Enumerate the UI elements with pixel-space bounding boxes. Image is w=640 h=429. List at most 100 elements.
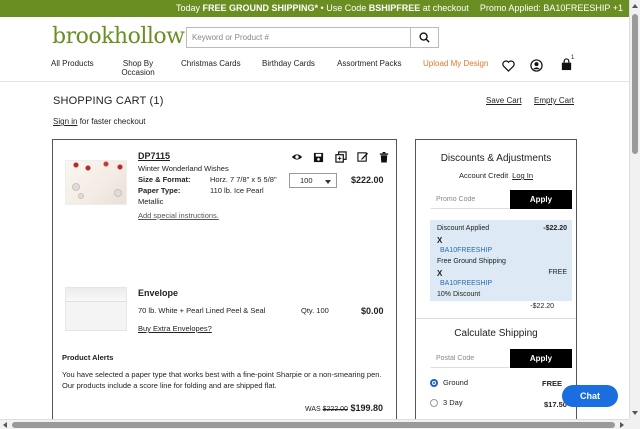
- remove-code-1-button[interactable]: X: [437, 236, 442, 245]
- product-alerts-text: You have selected a paper type that work…: [62, 369, 382, 391]
- scroll-down-arrow[interactable]: [632, 411, 638, 415]
- postal-code-input[interactable]: [430, 349, 510, 368]
- item-price: $222.00: [351, 175, 384, 185]
- envelope-quantity: Qty. 100: [301, 306, 329, 315]
- floppy-disk-icon: [313, 152, 324, 163]
- envelope-description: 70 lb. White + Pearl Lined Peel & Seal: [138, 306, 266, 315]
- ground-price: FREE: [542, 379, 563, 388]
- copy-icon: [335, 151, 347, 163]
- promo-code-1: BA10FREESHIP: [440, 247, 493, 254]
- spec-paper-cont: Metallic: [138, 197, 164, 206]
- discount-applied-amount: -$22.20: [543, 225, 567, 232]
- scrollbar-corner: [629, 419, 640, 429]
- delete-button[interactable]: [379, 150, 389, 168]
- summary-panel: Discounts & Adjustments Account Credit Lo…: [415, 139, 577, 429]
- save-item-button[interactable]: [313, 150, 324, 168]
- spec-size: Size & Format: Horz. 7 7/8" x 5 5/8": [138, 175, 277, 184]
- item-total: WAS $222.00 $199.80: [305, 403, 383, 413]
- signin-rest: for faster checkout: [77, 117, 146, 126]
- vertical-scrollbar[interactable]: [629, 0, 640, 429]
- chat-button[interactable]: Chat: [562, 385, 618, 407]
- discount-applied-box: Discount Applied -$22.20 X BA10FREESHIP …: [430, 220, 572, 301]
- page-title: SHOPPING CART (1): [53, 95, 164, 107]
- login-link[interactable]: Log In: [512, 171, 533, 180]
- ten-percent-label: 10% Discount: [437, 291, 481, 298]
- was-label: WAS: [305, 406, 323, 413]
- nav-shop-by-occasion[interactable]: Shop By Occasion: [118, 59, 158, 77]
- ornament-shape: [78, 193, 84, 199]
- edit-icon: [357, 152, 369, 162]
- ornament-shape: [72, 183, 80, 191]
- ground-label: Ground: [443, 378, 469, 387]
- horizontal-scroll-thumb[interactable]: [12, 422, 615, 428]
- was-price: $222.00: [322, 406, 348, 413]
- add-instructions-link[interactable]: Add special instructions.: [138, 211, 219, 220]
- nav-shop-by-line2: Occasion: [121, 68, 155, 77]
- promo-code-input[interactable]: [430, 190, 510, 209]
- nav-upload-design[interactable]: Upload My Design: [423, 59, 488, 68]
- cart-button[interactable]: 1: [560, 55, 574, 73]
- three-day-radio[interactable]: [430, 399, 438, 407]
- promo-code-row: Apply: [430, 190, 572, 209]
- search-box: [186, 27, 439, 48]
- paper-label: Paper Type:: [138, 186, 181, 195]
- product-alerts-title: Product Alerts: [62, 353, 114, 362]
- cart-items-panel: DP7115 Winter Wonderland Wishes Size & F…: [52, 139, 397, 429]
- quantity-value: 100: [300, 176, 313, 185]
- item-actions: [291, 150, 391, 163]
- promo-bar: Today FREE GROUND SHIPPING* • Use Code B…: [0, 0, 629, 17]
- envelope-flap: [66, 288, 126, 302]
- product-name: Winter Wonderland Wishes: [138, 164, 229, 173]
- size-label: Size & Format:: [138, 175, 191, 184]
- product-thumbnail[interactable]: [65, 160, 127, 205]
- calculate-shipping-title: Calculate Shipping: [454, 328, 538, 339]
- signin-link[interactable]: Sign in: [53, 117, 77, 126]
- promo-suffix: at checkout: [420, 3, 469, 13]
- chevron-down-icon: [325, 180, 331, 184]
- user-icon: [530, 59, 543, 72]
- promo-code: BSHIPFREE: [368, 3, 421, 13]
- nav-assortment-packs[interactable]: Assortment Packs: [337, 59, 401, 68]
- apply-promo-button[interactable]: Apply: [510, 190, 572, 209]
- horizontal-scrollbar[interactable]: [0, 419, 629, 429]
- promo-shipping: FREE GROUND SHIPPING*: [202, 3, 319, 13]
- wishlist-button[interactable]: [502, 60, 515, 74]
- quantity-select[interactable]: 100: [289, 173, 337, 188]
- nav-shop-by-line1: Shop By: [122, 59, 154, 68]
- envelope-thumbnail: [65, 287, 127, 331]
- vertical-scroll-thumb[interactable]: [632, 14, 638, 154]
- search-input[interactable]: [187, 28, 410, 47]
- nav-birthday-cards[interactable]: Birthday Cards: [262, 59, 315, 68]
- envelope-price: $0.00: [361, 306, 384, 316]
- search-button[interactable]: [410, 28, 438, 47]
- berries-decoration: [66, 161, 126, 173]
- save-cart-link[interactable]: Save Cart: [486, 96, 522, 105]
- discount-applied-label: Discount Applied: [437, 225, 490, 232]
- promo-middle: • Use Code: [318, 3, 369, 13]
- promo-prefix: Today: [176, 3, 203, 13]
- site-logo[interactable]: brookhollow: [52, 24, 185, 49]
- size-value: Horz. 7 7/8" x 5 5/8": [210, 175, 277, 184]
- preview-button[interactable]: [291, 150, 303, 168]
- remove-code-2-button[interactable]: X: [437, 269, 442, 278]
- discounts-title: Discounts & Adjustments: [440, 153, 552, 164]
- scroll-left-arrow[interactable]: [3, 422, 7, 428]
- duplicate-button[interactable]: [335, 150, 347, 168]
- buy-extra-envelopes-link[interactable]: Buy Extra Envelopes?: [138, 324, 212, 333]
- ground-radio[interactable]: [430, 379, 438, 387]
- nav-all-products[interactable]: All Products: [51, 59, 94, 68]
- promo-applied[interactable]: Promo Applied: BA10FREESHIP +1: [480, 3, 623, 13]
- apply-postal-button[interactable]: Apply: [510, 349, 572, 368]
- empty-cart-link[interactable]: Empty Cart: [534, 96, 574, 105]
- scroll-right-arrow[interactable]: [620, 422, 624, 428]
- alert-line-2: Our products include a score line for fo…: [62, 381, 277, 390]
- spec-paper: Paper Type: 110 lb. Ice Pearl: [138, 186, 264, 195]
- edit-button[interactable]: [357, 150, 369, 168]
- search-icon: [419, 32, 430, 43]
- paper-value: 110 lb. Ice Pearl: [210, 186, 264, 195]
- trash-icon: [379, 152, 389, 163]
- product-sku-link[interactable]: DP7115: [138, 151, 170, 161]
- account-button[interactable]: [530, 59, 543, 74]
- nav-christmas-cards[interactable]: Christmas Cards: [181, 59, 241, 68]
- scroll-up-arrow[interactable]: [632, 4, 638, 8]
